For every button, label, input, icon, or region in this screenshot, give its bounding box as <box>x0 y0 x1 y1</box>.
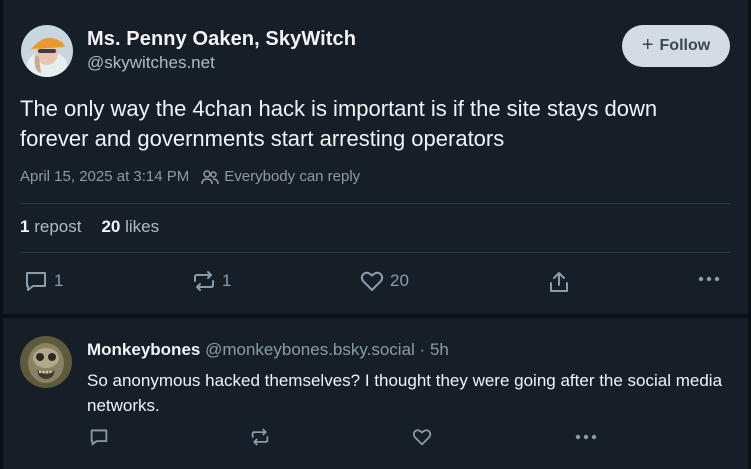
reply-age[interactable]: 5h <box>430 340 449 359</box>
share-button[interactable] <box>547 270 571 294</box>
people-icon <box>201 169 220 184</box>
comment-icon <box>26 272 46 291</box>
post-timestamp[interactable]: April 15, 2025 at 3:14 PM <box>20 168 189 185</box>
author-name[interactable]: Ms. Penny Oaken, SkyWitch <box>87 28 356 51</box>
post-actions: 1 1 20 <box>20 270 731 298</box>
author-avatar[interactable] <box>21 25 73 77</box>
like-button[interactable]: 20 <box>360 270 409 292</box>
reply-setting: Everybody can reply <box>224 168 361 185</box>
post-stats: 1 repost 20 likes <box>20 217 159 237</box>
reply-author-handle[interactable]: @monkeybones.bsky.social <box>205 340 415 359</box>
reply-more-options-button[interactable] <box>575 432 597 442</box>
follow-label: Follow <box>659 37 711 54</box>
post-meta: April 15, 2025 at 3:14 PM Everybody can … <box>20 168 360 185</box>
divider <box>20 252 731 253</box>
reply-author-name[interactable]: Monkeybones <box>87 340 200 359</box>
more-icon <box>575 434 597 440</box>
more-icon <box>698 276 720 282</box>
like-count: 20 <box>390 271 409 290</box>
heart-icon <box>360 271 384 291</box>
reply-post[interactable]: Monkeybones @monkeybones.bsky.social · 5… <box>3 318 748 469</box>
reply-text: So anonymous hacked themselves? I though… <box>87 371 723 415</box>
repost-icon <box>251 428 269 446</box>
main-post: Ms. Penny Oaken, SkyWitch @skywitches.ne… <box>3 0 748 314</box>
reply-reply-button[interactable] <box>89 428 109 446</box>
plus-icon: + <box>641 34 654 56</box>
heart-icon <box>412 429 432 446</box>
repost-count: 1 <box>222 271 232 290</box>
reply-separator: · <box>419 340 426 359</box>
share-icon <box>550 272 568 292</box>
repost-button[interactable]: 1 <box>192 270 231 292</box>
reply-header: Monkeybones @monkeybones.bsky.social · 5… <box>87 340 449 360</box>
reply-button[interactable]: 1 <box>24 270 63 292</box>
author-handle[interactable]: @skywitches.net <box>87 53 215 73</box>
reply-repost-button[interactable] <box>250 428 270 446</box>
repost-icon <box>194 271 214 291</box>
comment-icon <box>90 429 108 446</box>
reply-actions <box>87 428 731 448</box>
reply-count: 1 <box>54 271 64 290</box>
reply-like-button[interactable] <box>412 428 432 446</box>
reply-author-avatar[interactable] <box>20 336 72 388</box>
likes-stat[interactable]: 20 likes <box>101 217 159 237</box>
post-text: The only way the 4chan hack is important… <box>20 96 658 151</box>
divider <box>20 203 731 204</box>
reposts-stat[interactable]: 1 repost <box>20 217 81 237</box>
more-options-button[interactable] <box>698 274 720 284</box>
follow-button[interactable]: + Follow <box>622 25 730 67</box>
